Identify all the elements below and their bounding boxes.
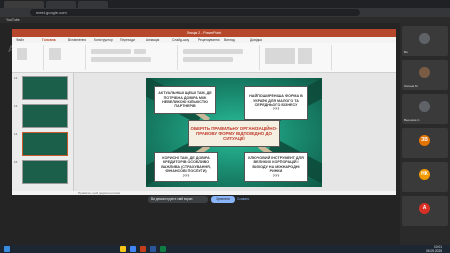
slide-number: 14 bbox=[14, 132, 18, 136]
font-select[interactable] bbox=[91, 49, 131, 54]
participant-avatar bbox=[419, 33, 430, 44]
slide-thumbnail[interactable] bbox=[22, 104, 68, 128]
bookmark-youtube[interactable]: YouTube bbox=[6, 18, 20, 22]
participant-avatar: НК bbox=[419, 169, 430, 180]
slide-number: 12 bbox=[14, 76, 18, 80]
powerpoint-title: Лекція 2 - PowerPoint bbox=[12, 29, 396, 37]
stop-presenting-button[interactable]: Зупинити bbox=[211, 196, 235, 203]
chrome-icon[interactable] bbox=[130, 246, 136, 252]
slide-box-top-right: НАЙПОШИРЕНІША ФОРМА В УКРАЇНІ ДЛЯ МАЛОГО… bbox=[244, 86, 308, 120]
new-slide-button[interactable] bbox=[49, 48, 61, 60]
browser-tab[interactable] bbox=[4, 1, 44, 8]
slide-box-bottom-left: КОРИСНІ ТАМ, ДЕ ДОВІРА КРЕДИТОРІВ ОСОБЛИ… bbox=[154, 152, 218, 182]
participant-avatar bbox=[419, 67, 430, 78]
start-icon[interactable] bbox=[4, 246, 10, 252]
participant-tile[interactable]: НК bbox=[402, 162, 448, 192]
excel-icon[interactable] bbox=[160, 246, 166, 252]
font-format-buttons[interactable] bbox=[91, 57, 151, 62]
slide-box-text: НАЙПОШИРЕНІША ФОРМА В УКРАЇНІ ДЛЯ МАЛОГО… bbox=[249, 94, 303, 107]
ribbon-group-drawing bbox=[262, 45, 332, 70]
ribbon-group-paragraph bbox=[180, 45, 260, 70]
slide-center-text: ОБЕРІТЬ ПРАВИЛЬНУ ОРГАНІЗАЦІЙНО-ПРАВОВУ … bbox=[190, 125, 278, 142]
slide-thumbnail-selected[interactable] bbox=[22, 132, 68, 156]
powerpoint-icon[interactable] bbox=[140, 246, 146, 252]
windows-taskbar bbox=[0, 245, 450, 253]
slide-number: 13 bbox=[14, 104, 18, 108]
word-icon[interactable] bbox=[150, 246, 156, 252]
browser-tab[interactable] bbox=[46, 1, 76, 8]
slide-box-question: ??? bbox=[272, 173, 280, 178]
participant-tile[interactable]: Оксана М. bbox=[402, 60, 448, 90]
shapes-gallery[interactable] bbox=[265, 48, 295, 64]
ribbon-group-font bbox=[88, 45, 178, 70]
ribbon-group-clipboard bbox=[14, 45, 44, 70]
file-explorer-icon[interactable] bbox=[120, 246, 126, 252]
participant-avatar: А bbox=[419, 203, 430, 214]
url-field[interactable]: meet.google.com bbox=[30, 9, 360, 16]
slide-box-bottom-right: КЛЮЧОВИЙ ІНСТРУМЕНТ ДЛЯ ВЕЛИКИХ КОРПОРАЦ… bbox=[244, 152, 308, 182]
hide-button[interactable]: Сховати bbox=[237, 196, 257, 203]
participant-name: Ви bbox=[404, 50, 408, 54]
participant-name: Оксана М. bbox=[404, 84, 419, 88]
ribbon-group-slides bbox=[46, 45, 86, 70]
slide-box-top-left: АКТУАЛЬНІШІ ЩЕШІ ТАМ, ДЕ ПОТРІБНА ДОВІРА… bbox=[154, 86, 216, 114]
slide-box-text: АКТУАЛЬНІШІ ЩЕШІ ТАМ, ДЕ ПОТРІБНА ДОВІРА… bbox=[158, 91, 212, 109]
current-slide[interactable]: АКТУАЛЬНІШІ ЩЕШІ ТАМ, ДЕ ПОТРІБНА ДОВІРА… bbox=[146, 78, 322, 187]
participant-avatar: ЗВ bbox=[419, 135, 430, 146]
participant-tile[interactable]: А bbox=[402, 196, 448, 226]
slide-box-question: ??? bbox=[272, 107, 280, 112]
participant-name: Вероніка С. bbox=[404, 118, 421, 122]
system-clock[interactable]: 10:01 06.09.2025 bbox=[418, 245, 442, 253]
alignment-buttons[interactable] bbox=[183, 57, 233, 62]
slide-thumbnail[interactable] bbox=[22, 76, 68, 100]
clock-date: 06.09.2025 bbox=[426, 249, 442, 253]
participant-tile[interactable]: ЗВ bbox=[402, 128, 448, 158]
font-size-select[interactable] bbox=[134, 49, 146, 54]
participant-avatar bbox=[419, 101, 430, 112]
browser-tab[interactable] bbox=[78, 1, 108, 8]
participant-tile[interactable]: Ви bbox=[402, 26, 448, 56]
participant-tile[interactable]: Вероніка С. bbox=[402, 94, 448, 124]
paste-button[interactable] bbox=[17, 48, 27, 60]
slide-box-question: ??? bbox=[182, 173, 190, 178]
slide-thumbnail[interactable] bbox=[22, 160, 68, 184]
slide-box-text: КЛЮЧОВИЙ ІНСТРУМЕНТ ДЛЯ ВЕЛИКИХ КОРПОРАЦ… bbox=[248, 155, 304, 174]
paragraph-buttons[interactable] bbox=[183, 49, 243, 54]
slide-box-text: КОРИСНІ ТАМ, ДЕ ДОВІРА КРЕДИТОРІВ ОСОБЛИ… bbox=[161, 155, 211, 174]
slide-center-box: ОБЕРІТЬ ПРАВИЛЬНУ ОРГАНІЗАЦІЙНО-ПРАВОВУ … bbox=[188, 120, 280, 147]
slide-number: 15 bbox=[14, 160, 18, 164]
presenting-indicator: Ви демонструєте свій екран bbox=[148, 196, 208, 203]
arrange-button[interactable] bbox=[298, 48, 312, 64]
